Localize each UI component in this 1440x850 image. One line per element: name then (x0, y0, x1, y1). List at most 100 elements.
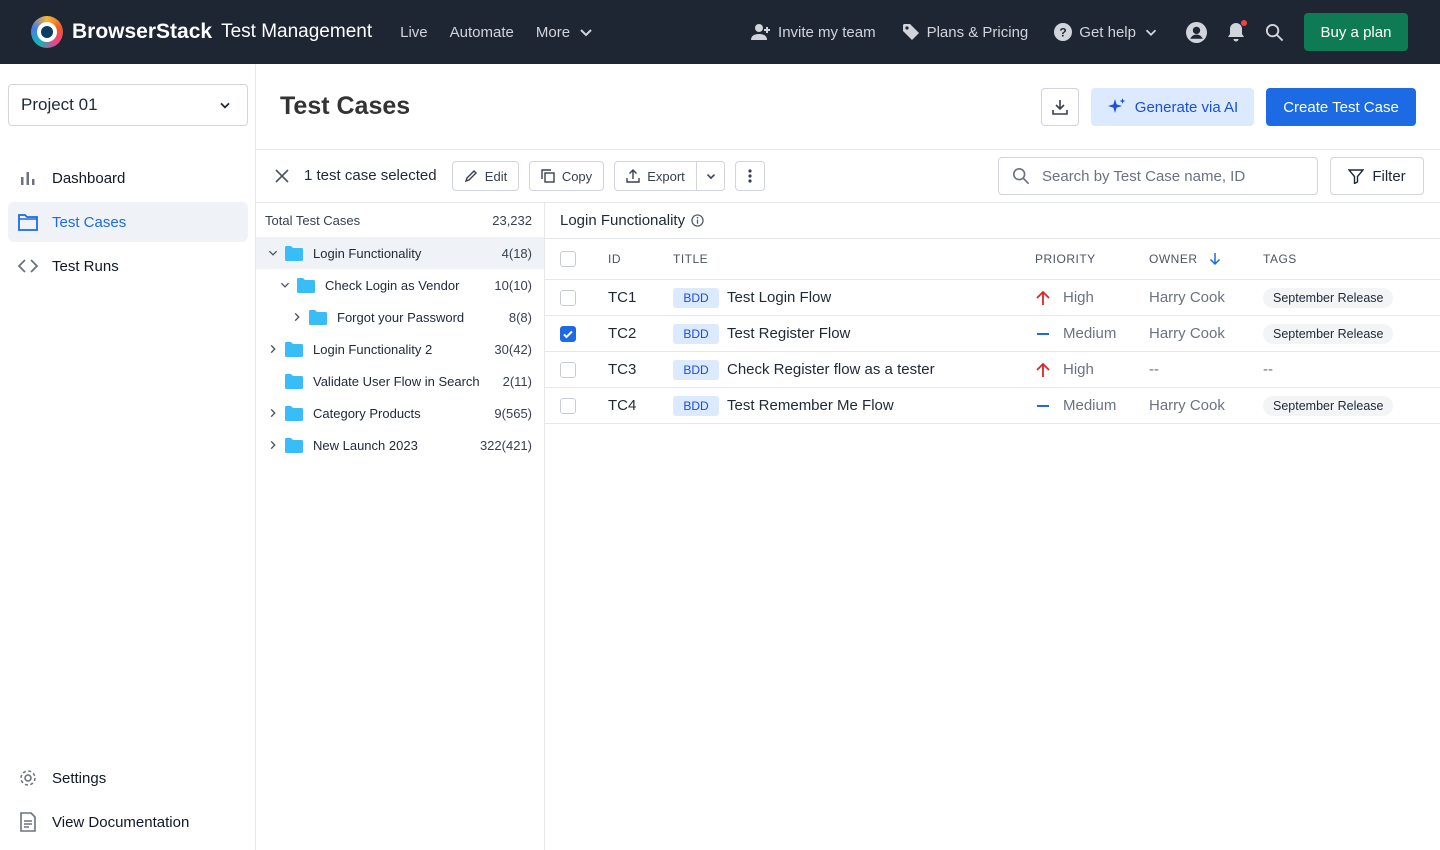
account-button[interactable] (1186, 21, 1207, 43)
chevron-down-icon[interactable] (265, 247, 281, 259)
export-dropdown-button[interactable] (696, 161, 725, 191)
pencil-icon (464, 170, 477, 183)
table-row[interactable]: TC1 BDD Test Login Flow High Harry Cook S… (545, 280, 1440, 316)
type-badge: BDD (673, 359, 719, 380)
chevron-right-icon[interactable] (289, 311, 305, 323)
export-label: Export (647, 168, 685, 184)
sidebar-item-test-runs[interactable]: Test Runs (8, 246, 248, 286)
table-row[interactable]: TC2 BDD Test Register Flow Medium Harry C… (545, 316, 1440, 352)
search-button[interactable] (1265, 23, 1284, 42)
tree-folder-category-products[interactable]: Category Products 9(565) (256, 397, 544, 429)
row-checkbox[interactable] (560, 397, 576, 414)
test-case-id: TC1 (608, 289, 637, 306)
tree-folder-validate-user-flow[interactable]: Validate User Flow in Search 2(11) (256, 365, 544, 397)
tree-folder-check-login-vendor[interactable]: Check Login as Vendor 10(10) (256, 269, 544, 301)
priority-label: High (1063, 361, 1094, 378)
folder-icon (285, 245, 303, 261)
folder-count: 9(565) (494, 405, 532, 421)
info-icon[interactable] (691, 214, 704, 227)
column-id[interactable]: ID (608, 252, 673, 266)
code-icon (18, 259, 38, 273)
tree-folder-login-functionality-2[interactable]: Login Functionality 2 30(42) (256, 333, 544, 365)
project-selector[interactable]: Project 01 (8, 84, 248, 126)
create-test-case-button[interactable]: Create Test Case (1266, 88, 1416, 126)
column-owner[interactable]: OWNER (1149, 252, 1263, 266)
table-row[interactable]: TC3 BDD Check Register flow as a tester H… (545, 352, 1440, 388)
select-all-checkbox[interactable] (560, 251, 576, 267)
sidebar-item-label: Test Runs (52, 257, 119, 275)
test-case-id: TC3 (608, 361, 637, 378)
nav-more[interactable]: More (530, 22, 602, 42)
notifications-button[interactable] (1227, 20, 1247, 42)
generate-ai-button[interactable]: Generate via AI (1091, 88, 1254, 126)
folder-count: 2(11) (502, 373, 532, 389)
sidebar-item-label: View Documentation (52, 813, 190, 831)
test-case-title[interactable]: Test Register Flow (727, 325, 850, 342)
download-button[interactable] (1041, 88, 1079, 126)
owner-name: Harry Cook (1149, 289, 1225, 306)
export-button[interactable]: Export (614, 161, 697, 191)
chevron-right-icon[interactable] (265, 343, 281, 355)
test-case-list: Login Functionality ID TITLE PRIORITY OW… (545, 203, 1440, 850)
column-title[interactable]: TITLE (673, 252, 1035, 266)
sidebar-item-dashboard[interactable]: Dashboard (8, 158, 248, 198)
brand[interactable]: BrowserStack Test Management (31, 16, 372, 48)
column-tags[interactable]: TAGS (1263, 252, 1440, 266)
row-checkbox[interactable] (560, 361, 576, 378)
test-case-id: TC4 (608, 397, 637, 414)
get-help-menu[interactable]: ? Get help (1054, 23, 1160, 41)
tag-badge: September Release (1263, 287, 1394, 308)
close-icon[interactable] (273, 167, 291, 185)
nav-live[interactable]: Live (394, 22, 434, 42)
chevron-down-icon[interactable] (277, 279, 293, 291)
test-case-title[interactable]: Test Remember Me Flow (727, 397, 894, 414)
more-actions-button[interactable] (735, 161, 765, 191)
edit-button[interactable]: Edit (452, 161, 519, 191)
filter-button[interactable]: Filter (1330, 157, 1424, 195)
invite-team-link[interactable]: Invite my team (751, 23, 876, 41)
folder-count: 10(10) (494, 277, 532, 293)
help-icon: ? (1054, 23, 1073, 41)
browserstack-logo-icon (31, 16, 63, 48)
folder-tree: Total Test Cases 23,232 Login Functional… (256, 203, 545, 850)
sidebar-item-documentation[interactable]: View Documentation (8, 802, 248, 842)
plans-pricing-link[interactable]: Plans & Pricing (902, 23, 1029, 41)
priority-high-icon (1035, 290, 1051, 306)
generate-ai-label: Generate via AI (1134, 98, 1239, 116)
table-row[interactable]: TC4 BDD Test Remember Me Flow Medium Harr… (545, 388, 1440, 424)
folder-name: Check Login as Vendor (325, 277, 460, 293)
sidebar-item-label: Settings (52, 769, 107, 787)
priority-label: Medium (1063, 397, 1117, 414)
selection-toolbar: 1 test case selected Edit Copy Export Se… (256, 150, 1440, 203)
column-priority[interactable]: PRIORITY (1035, 252, 1149, 266)
add-user-icon (751, 24, 771, 40)
nav-automate[interactable]: Automate (444, 22, 520, 42)
tree-folder-login-functionality[interactable]: Login Functionality 4(18) (256, 237, 544, 269)
search-input[interactable]: Search by Test Case name, ID (998, 157, 1318, 195)
test-case-title[interactable]: Test Login Flow (727, 289, 831, 306)
copy-button[interactable]: Copy (529, 161, 604, 191)
tree-folder-forgot-password[interactable]: Forgot your Password 8(8) (256, 301, 544, 333)
sidebar-item-test-cases[interactable]: Test Cases (8, 202, 248, 242)
type-badge: BDD (673, 323, 719, 344)
tree-folder-new-launch-2023[interactable]: New Launch 2023 322(421) (256, 429, 544, 461)
sidebar-item-settings[interactable]: Settings (8, 758, 248, 798)
priority-label: Medium (1063, 325, 1117, 342)
row-checkbox-checked[interactable] (560, 325, 576, 342)
type-badge: BDD (673, 395, 719, 416)
plans-label: Plans & Pricing (926, 23, 1029, 41)
selection-count: 1 test case selected (304, 167, 437, 184)
row-checkbox[interactable] (560, 289, 576, 306)
test-case-title[interactable]: Check Register flow as a tester (727, 361, 935, 378)
notification-dot (1241, 20, 1247, 26)
sidebar-item-label: Dashboard (52, 169, 126, 187)
search-icon (1265, 23, 1284, 41)
sparkle-icon (1107, 98, 1126, 113)
chevron-right-icon[interactable] (265, 407, 281, 419)
folder-name: Validate User Flow in Search (313, 373, 480, 389)
gear-icon (20, 770, 36, 786)
arrow-down-icon[interactable] (1208, 252, 1222, 266)
chevron-right-icon[interactable] (265, 439, 281, 451)
buy-plan-button[interactable]: Buy a plan (1304, 13, 1408, 51)
chevron-down-icon (580, 29, 592, 37)
